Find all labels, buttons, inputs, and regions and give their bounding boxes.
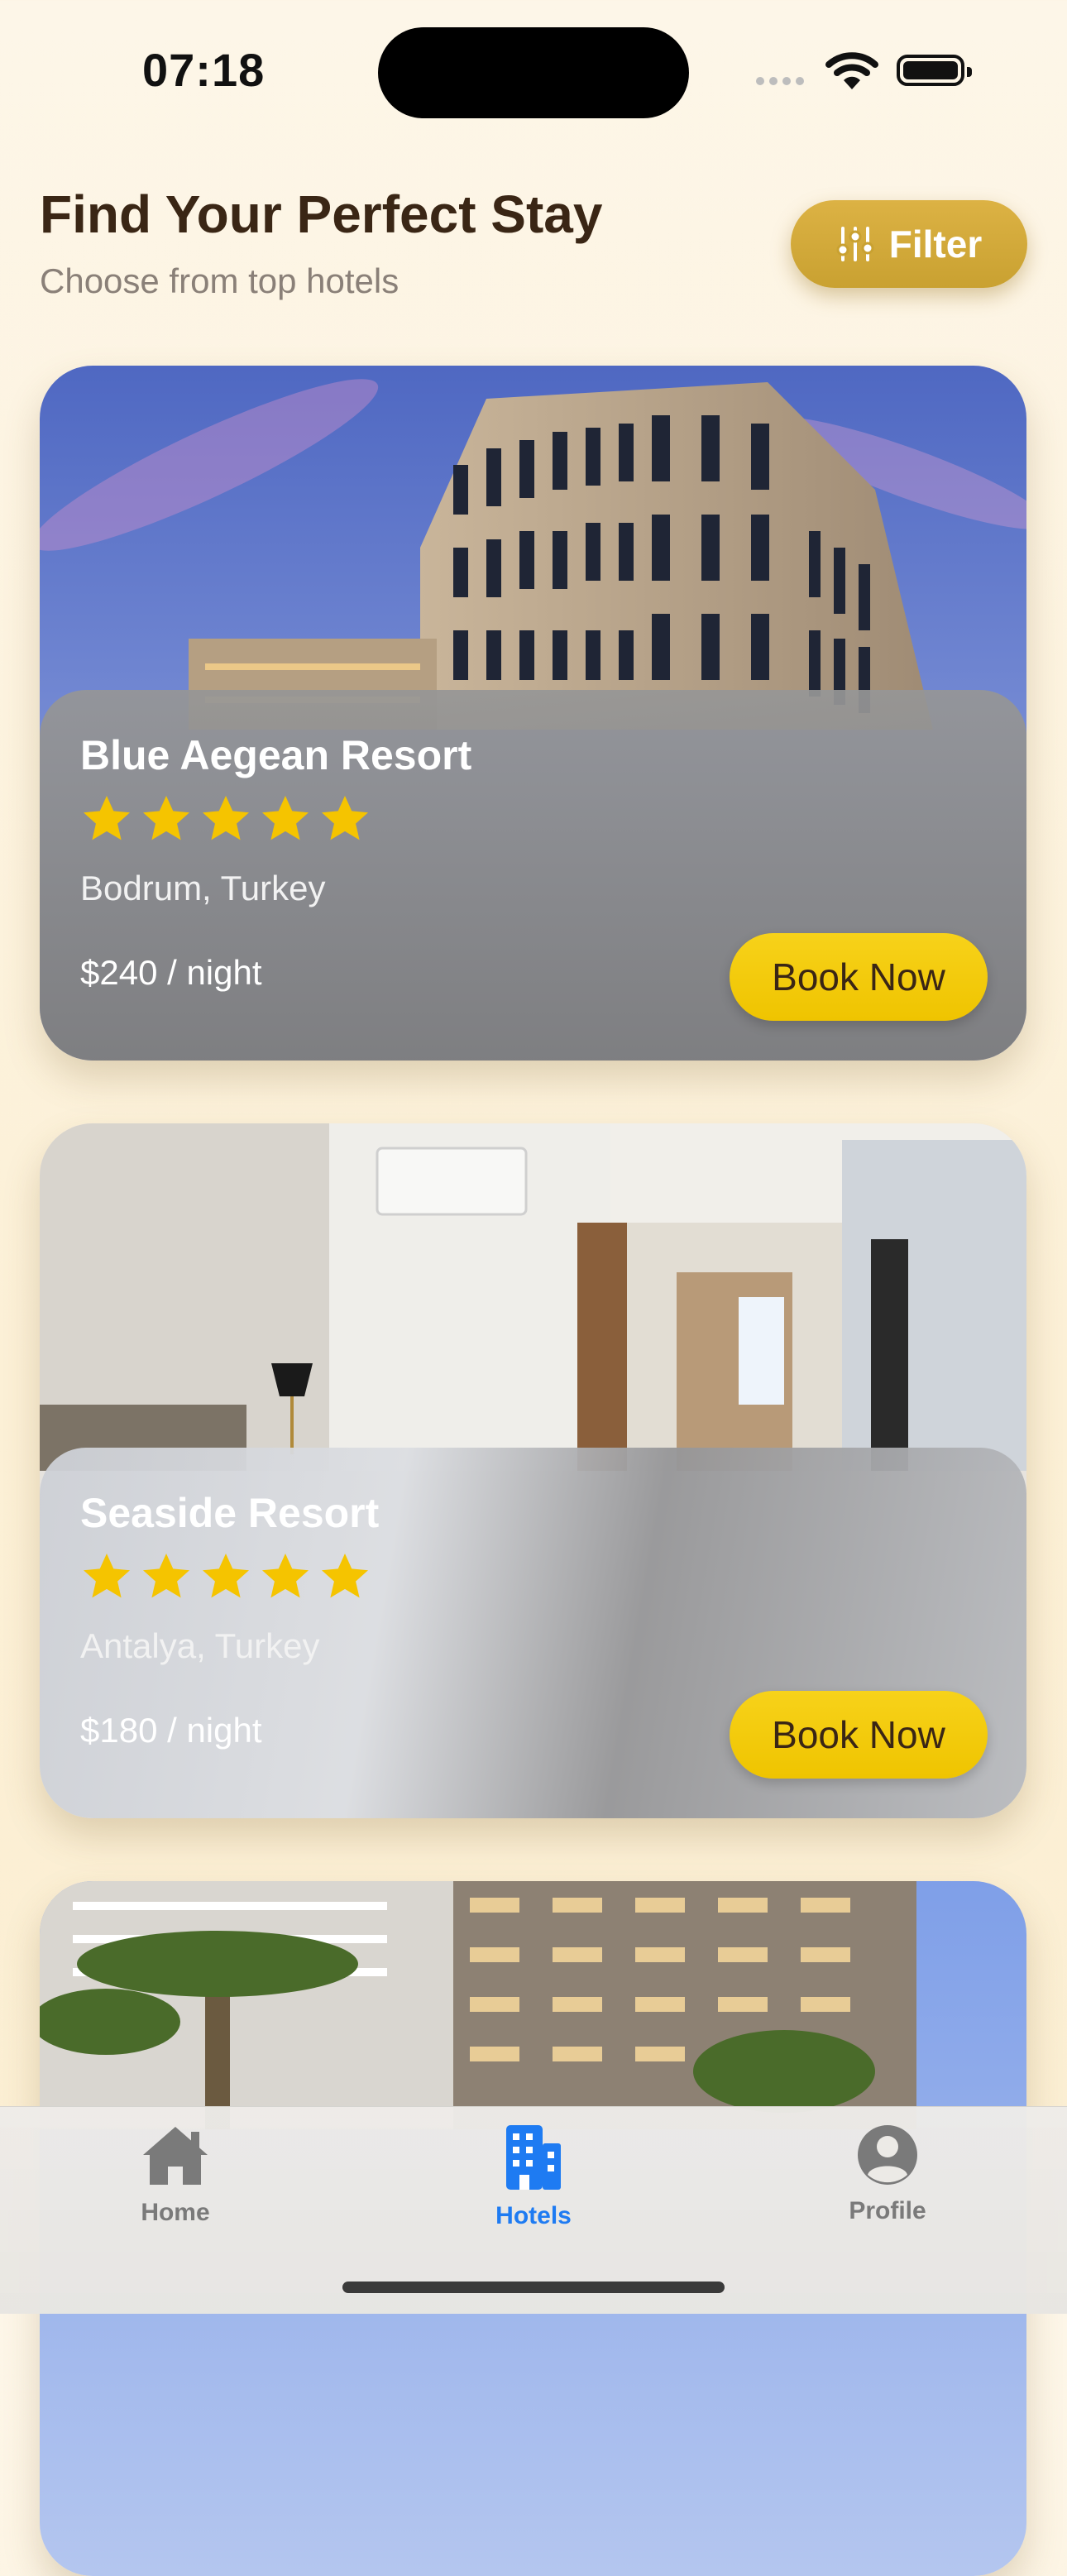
star-icon (322, 1554, 368, 1598)
wifi-icon (825, 52, 878, 89)
book-now-button[interactable]: Book Now (730, 933, 988, 1021)
book-now-button[interactable]: Book Now (730, 1691, 988, 1779)
status-bar: 07:18 (0, 0, 1067, 132)
hotel-price: $180 / night (80, 1711, 262, 1750)
battery-icon (897, 55, 972, 86)
hotel-price: $240 / night (80, 953, 262, 992)
person-circle-icon (858, 2125, 917, 2185)
hotel-card[interactable]: Blue Aegean Resort Bodrum, Turkey $240 /… (40, 366, 1026, 1061)
star-icon (143, 796, 189, 840)
star-icon (203, 796, 249, 840)
star-icon (84, 1554, 130, 1598)
hotel-location: Bodrum, Turkey (80, 869, 326, 907)
star-icon (143, 1554, 189, 1598)
hotel-info-panel: Seaside Resort Antalya, Turkey $180 / ni… (40, 1448, 1026, 1818)
status-time: 07:18 (142, 44, 266, 96)
star-icon (84, 796, 130, 840)
page-title: Find Your Perfect Stay (40, 184, 603, 244)
home-indicator[interactable] (342, 2282, 725, 2293)
dynamic-island (378, 27, 689, 118)
hotel-name: Blue Aegean Resort (80, 732, 472, 778)
tab-profile[interactable]: Profile (805, 2124, 970, 2225)
hotel-card[interactable]: Seaside Resort Antalya, Turkey $180 / ni… (40, 1123, 1026, 1818)
building-icon (506, 2125, 561, 2190)
tab-home[interactable]: Home (93, 2124, 258, 2227)
filter-label: Filter (888, 223, 983, 266)
house-icon (143, 2127, 208, 2185)
hotel-location: Antalya, Turkey (80, 1626, 320, 1665)
tab-hotels[interactable]: Hotels (451, 2124, 616, 2230)
star-icon (203, 1554, 249, 1598)
sliders-icon (836, 227, 874, 261)
hotel-name: Seaside Resort (80, 1490, 380, 1536)
cellular-signal-icon (756, 74, 809, 89)
star-rating (80, 1550, 371, 1605)
filter-button[interactable]: Filter (791, 200, 1027, 288)
tab-label: Hotels (495, 2202, 572, 2229)
star-icon (322, 796, 368, 840)
star-icon (262, 1554, 309, 1598)
tab-label: Home (141, 2199, 210, 2226)
hotel-info-panel: Blue Aegean Resort Bodrum, Turkey $240 /… (40, 690, 1026, 1061)
page-subtitle: Choose from top hotels (40, 261, 400, 300)
star-icon (262, 796, 309, 840)
tab-label: Profile (849, 2197, 926, 2224)
star-rating (80, 792, 371, 847)
